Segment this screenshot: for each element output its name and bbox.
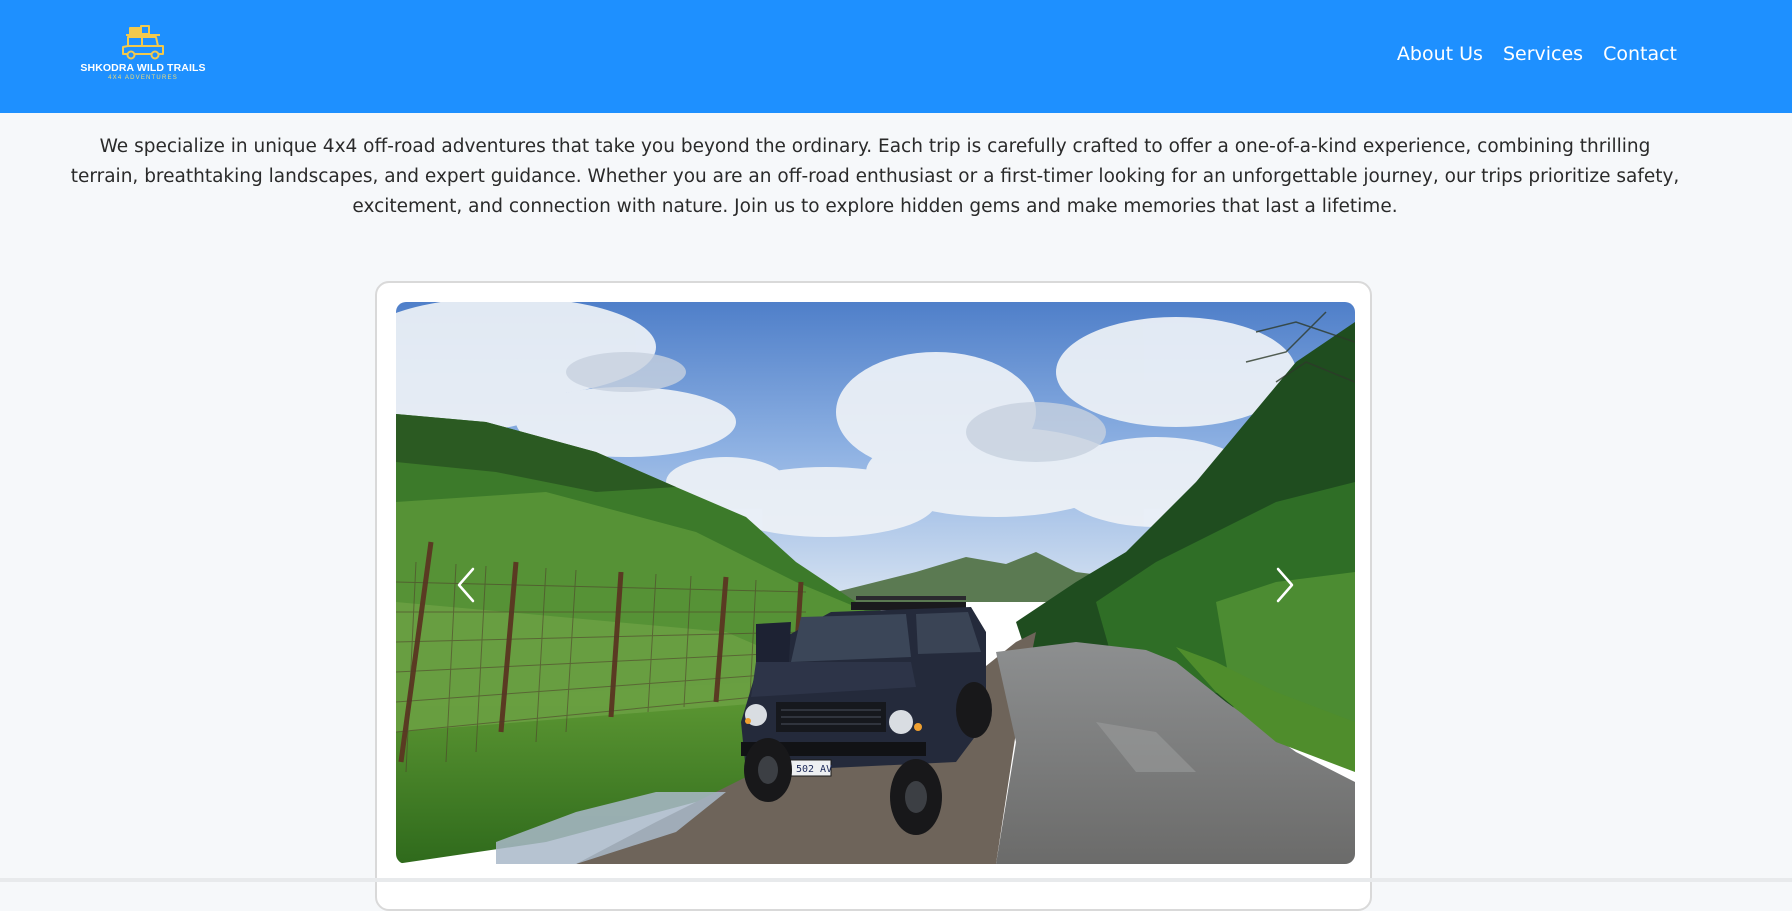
jeep-with-roof-rack-icon [122,25,164,60]
logo-subtitle: 4X4 ADVENTURES [108,75,178,81]
intro-paragraph: We specialize in unique 4x4 off-road adv… [70,136,1680,217]
chevron-left-icon [457,567,475,603]
image-carousel: AA 502 AV [375,281,1372,911]
page-bottom-edge [0,878,1792,882]
site-logo[interactable]: SHKODRA WILD TRAILS 4X4 ADVENTURES [78,24,208,86]
nav-link-services[interactable]: Services [1503,40,1583,68]
main-nav: About Us Services Contact [1377,40,1677,68]
nav-link-contact[interactable]: Contact [1603,40,1677,68]
carousel-prev-button[interactable] [444,558,488,612]
carousel-slide-image: AA 502 AV [396,302,1355,864]
carousel-next-button[interactable] [1263,558,1307,612]
nav-link-about-us[interactable]: About Us [1397,40,1483,68]
logo-title: SHKODRA WILD TRAILS [80,62,206,74]
offroad-vehicle-mountain-road-photo: AA 502 AV [396,302,1355,864]
navbar: SHKODRA WILD TRAILS 4X4 ADVENTURES About… [0,0,1792,113]
chevron-right-icon [1276,567,1294,603]
